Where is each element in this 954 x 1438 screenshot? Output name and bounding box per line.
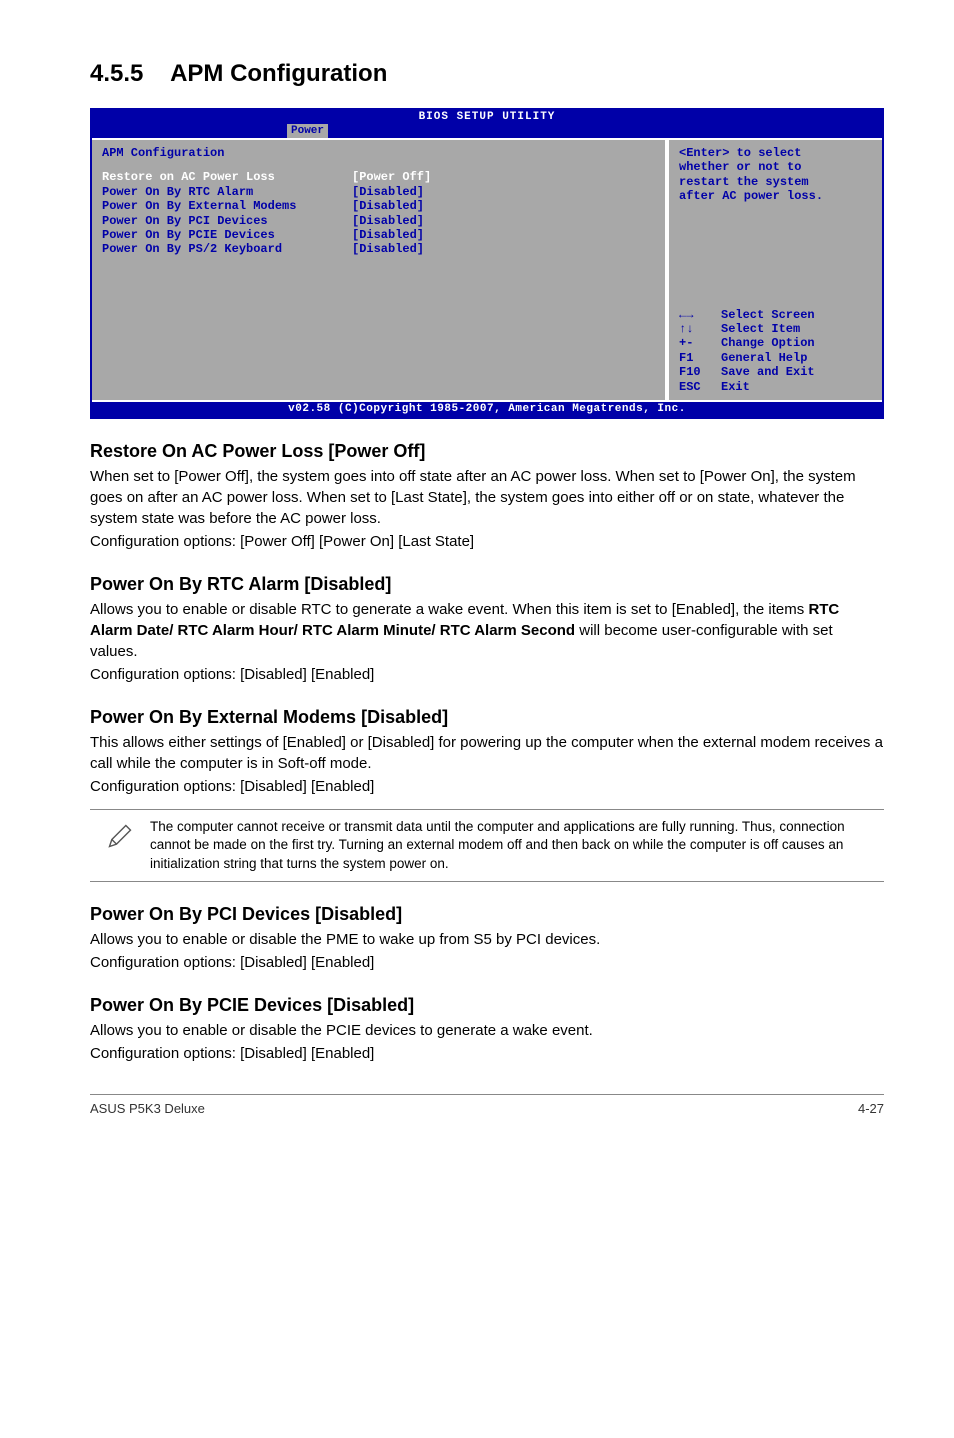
bios-row: Power On By PCIE Devices[Disabled]: [102, 228, 655, 242]
bios-nav-key: ←→: [679, 308, 721, 322]
page-footer: ASUS P5K3 Deluxe 4-27: [90, 1094, 884, 1116]
bios-nav-label: Exit: [721, 380, 750, 394]
body-paragraph: Allows you to enable or disable the PME …: [90, 929, 884, 950]
bios-nav-key: ↑↓: [679, 322, 721, 336]
bios-nav-line: +-Change Option: [679, 336, 872, 350]
bios-nav-line: ←→Select Screen: [679, 308, 872, 322]
bios-value: [Disabled]: [352, 228, 424, 242]
bios-value: [Power Off]: [352, 170, 431, 184]
bios-tab-power: Power: [287, 124, 328, 138]
bios-key: Power On By PCIE Devices: [102, 228, 352, 242]
subsection-heading: Power On By PCIE Devices [Disabled]: [90, 995, 884, 1016]
bios-nav-label: Select Screen: [721, 308, 815, 322]
footer-left: ASUS P5K3 Deluxe: [90, 1101, 205, 1116]
bios-row: Power On By PS/2 Keyboard[Disabled]: [102, 242, 655, 256]
bios-screenshot: BIOS SETUP UTILITY Power APM Configurati…: [90, 108, 884, 419]
bios-row: Power On By RTC Alarm[Disabled]: [102, 185, 655, 199]
bios-help-text: <Enter> to select whether or not to rest…: [679, 146, 872, 204]
bios-row: Power On By External Modems[Disabled]: [102, 199, 655, 213]
bios-value: [Disabled]: [352, 214, 424, 228]
body-paragraph: Configuration options: [Disabled] [Enabl…: [90, 952, 884, 973]
note-block: The computer cannot receive or transmit …: [90, 809, 884, 882]
bios-nav-key: +-: [679, 336, 721, 350]
bios-main-area: APM Configuration Restore on AC Power Lo…: [92, 138, 882, 402]
bios-nav-label: Change Option: [721, 336, 815, 350]
subsection-heading: Power On By RTC Alarm [Disabled]: [90, 574, 884, 595]
bios-nav-line: ESCExit: [679, 380, 872, 394]
subsection-heading: Power On By External Modems [Disabled]: [90, 707, 884, 728]
bios-nav-line: F10Save and Exit: [679, 365, 872, 379]
bios-key: Restore on AC Power Loss: [102, 170, 352, 184]
bios-nav-line: F1General Help: [679, 351, 872, 365]
section-number: 4.5.5: [90, 60, 143, 87]
bios-key: Power On By PCI Devices: [102, 214, 352, 228]
bios-rows-container: Restore on AC Power Loss[Power Off]Power…: [102, 170, 655, 256]
bios-nav-label: Save and Exit: [721, 365, 815, 379]
subsection-heading: Power On By PCI Devices [Disabled]: [90, 904, 884, 925]
bios-title: BIOS SETUP UTILITY: [92, 110, 882, 124]
bios-copyright: v02.58 (C)Copyright 1985-2007, American …: [92, 402, 882, 417]
body-paragraph: Configuration options: [Disabled] [Enabl…: [90, 664, 884, 685]
bios-nav-key: F1: [679, 351, 721, 365]
bios-right-panel: <Enter> to select whether or not to rest…: [667, 140, 882, 400]
bios-nav-label: Select Item: [721, 322, 800, 336]
bios-key: Power On By RTC Alarm: [102, 185, 352, 199]
bios-nav-line: ↑↓Select Item: [679, 322, 872, 336]
pencil-icon: [90, 818, 150, 855]
body-paragraph: This allows either settings of [Enabled]…: [90, 732, 884, 774]
bios-value: [Disabled]: [352, 185, 424, 199]
body-paragraph: When set to [Power Off], the system goes…: [90, 466, 884, 529]
body-paragraph: Configuration options: [Power Off] [Powe…: [90, 531, 884, 552]
section-title: APM Configuration: [170, 60, 387, 87]
bios-value: [Disabled]: [352, 242, 424, 256]
footer-right: 4-27: [858, 1101, 884, 1116]
subsection-heading: Restore On AC Power Loss [Power Off]: [90, 441, 884, 462]
body-paragraph: Allows you to enable or disable RTC to g…: [90, 599, 884, 662]
bios-nav-help: ←→Select Screen↑↓Select Item+-Change Opt…: [679, 264, 872, 394]
body-paragraph: Configuration options: [Disabled] [Enabl…: [90, 1043, 884, 1064]
section-number-title: 4.5.5 APM Configuration: [90, 60, 884, 88]
bios-tabs-bar: Power: [92, 124, 882, 138]
bios-nav-label: General Help: [721, 351, 807, 365]
bios-nav-key: F10: [679, 365, 721, 379]
body-paragraph: Configuration options: [Disabled] [Enabl…: [90, 776, 884, 797]
doc-sections: Restore On AC Power Loss [Power Off] When…: [90, 441, 884, 1064]
bios-key: Power On By PS/2 Keyboard: [102, 242, 352, 256]
bios-row: Restore on AC Power Loss[Power Off]: [102, 170, 655, 184]
note-text: The computer cannot receive or transmit …: [150, 818, 884, 873]
bios-row: Power On By PCI Devices[Disabled]: [102, 214, 655, 228]
body-paragraph: Allows you to enable or disable the PCIE…: [90, 1020, 884, 1041]
bios-value: [Disabled]: [352, 199, 424, 213]
bios-left-panel: APM Configuration Restore on AC Power Lo…: [92, 140, 667, 400]
bios-key: Power On By External Modems: [102, 199, 352, 213]
bios-section-title: APM Configuration: [102, 146, 655, 160]
bios-nav-key: ESC: [679, 380, 721, 394]
